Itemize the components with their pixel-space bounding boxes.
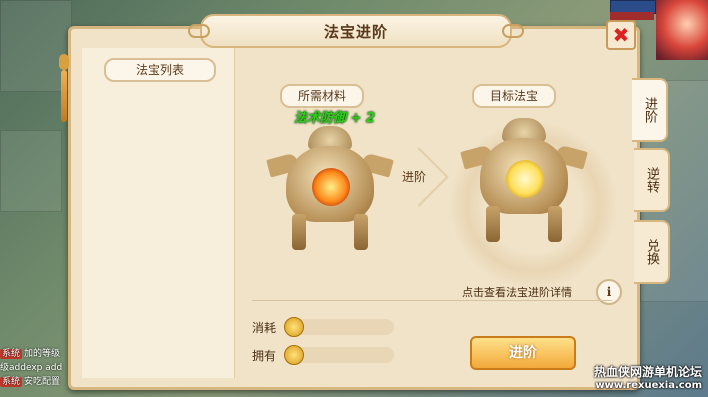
consume-value-field (284, 317, 394, 337)
target-treasure-icon[interactable] (460, 118, 588, 246)
watermark-url: www.rexuexia.com (595, 380, 702, 391)
gold-orb-icon (506, 160, 544, 198)
close-icon: ✖ (612, 23, 630, 47)
tab-exchange[interactable]: 兑换 (634, 220, 670, 284)
material-item-name: 法术防御 + 2 (294, 111, 375, 126)
site-watermark: 热血侠网游单机论坛 www.rexuexia.com (594, 365, 702, 393)
chat-tag: 系统 (0, 377, 23, 387)
treasure-list-panel[interactable] (82, 48, 235, 378)
own-label: 拥有 (252, 348, 277, 363)
tab-exchange-label: 兑换 (644, 239, 659, 265)
consume-row: 消耗 (252, 317, 394, 337)
dialog-title: 法宝进阶 (323, 22, 388, 41)
top-status-bar-hp (610, 12, 654, 20)
coin-icon (284, 317, 304, 337)
tab-reverse-label: 逆转 (644, 167, 659, 193)
coin-icon (284, 345, 304, 365)
tab-reverse[interactable]: 逆转 (634, 148, 670, 212)
own-row: 拥有 (252, 345, 394, 365)
divider (252, 300, 612, 301)
tassel-ornament (58, 54, 70, 124)
tab-advance-label: 进阶 (642, 97, 657, 123)
dialog-titlebar: 法宝进阶 (188, 14, 524, 48)
required-materials-label: 所需材料 (280, 84, 364, 108)
fire-orb-icon (312, 168, 350, 206)
advance-arrow: 进阶 (389, 147, 449, 207)
consume-label: 消耗 (252, 320, 277, 335)
target-treasure-label: 目标法宝 (472, 84, 556, 108)
chat-tag: 系统 (0, 349, 23, 359)
close-button[interactable]: ✖ (606, 20, 636, 50)
chat-text: 安吃配置 (24, 377, 61, 387)
chat-line: 系统 安吃配置 (0, 374, 70, 387)
info-icon[interactable]: i (596, 279, 622, 305)
advance-button[interactable]: 进阶 (470, 336, 576, 370)
chat-line: 级addexp add (0, 360, 70, 373)
tab-advance[interactable]: 进阶 (632, 78, 668, 142)
background-scene (0, 130, 62, 212)
own-value-field (284, 345, 394, 365)
chat-text: 加的等级 (24, 349, 61, 359)
material-treasure-icon[interactable] (266, 126, 394, 254)
view-details-link[interactable]: 点击查看法宝进阶详情 (462, 284, 572, 300)
watermark-title: 热血侠网游单机论坛 (593, 365, 702, 379)
player-avatar[interactable] (656, 0, 708, 60)
chat-text: 级addexp add (0, 363, 63, 373)
chat-line: 系统 加的等级 (0, 346, 70, 359)
treasure-list-title: 法宝列表 (104, 58, 216, 82)
